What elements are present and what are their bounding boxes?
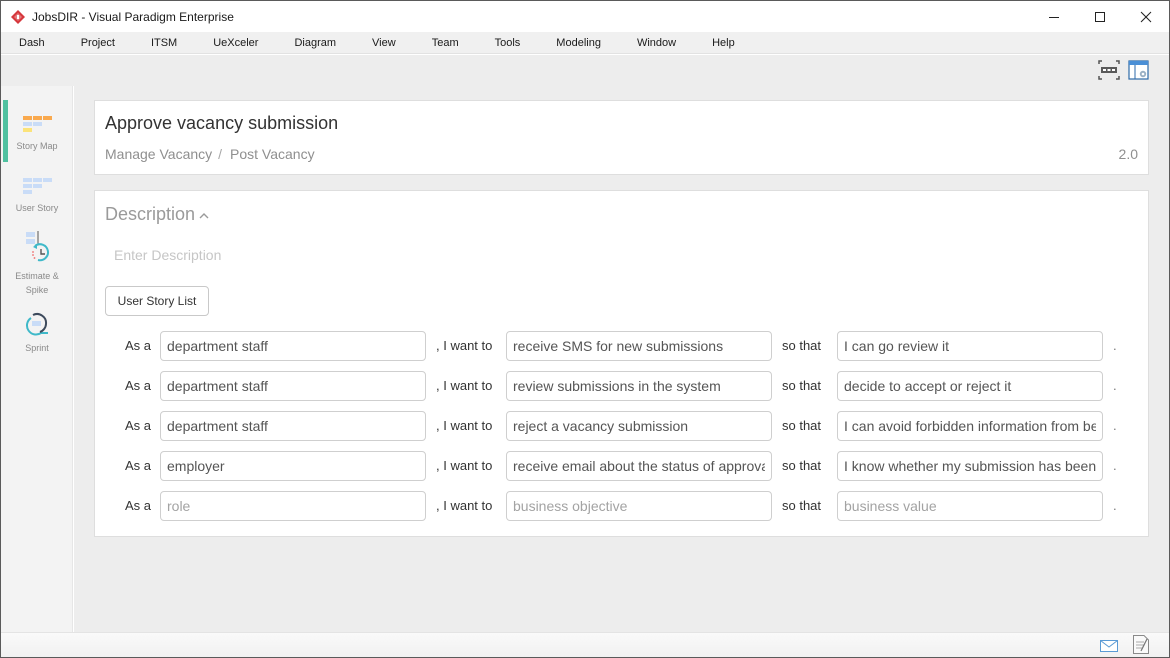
end-period: .: [1113, 458, 1117, 473]
i-want-to-label: , I want to: [436, 418, 493, 433]
description-heading: Description: [105, 204, 196, 224]
so-that-label: so that: [782, 458, 822, 473]
minimize-icon: [1049, 16, 1059, 18]
maximize-button[interactable]: [1077, 1, 1123, 32]
version-label: 2.0: [1118, 146, 1138, 162]
close-icon: [1140, 11, 1152, 22]
mail-icon[interactable]: [1100, 639, 1118, 657]
title-bar: JobsDIR - Visual Paradigm Enterprise: [1, 1, 1169, 32]
so-that-label: so that: [782, 418, 822, 433]
app-logo-icon: [11, 9, 25, 24]
minimize-button[interactable]: [1031, 1, 1077, 32]
header-card: Approve vacancy submission Manage Vacanc…: [94, 100, 1149, 175]
description-toggle[interactable]: Description: [105, 204, 209, 225]
want-input[interactable]: [506, 411, 772, 441]
menu-window[interactable]: Window: [619, 37, 694, 49]
role-input[interactable]: [160, 451, 426, 481]
page-title: Approve vacancy submission: [105, 113, 339, 133]
role-input[interactable]: [160, 331, 426, 361]
story-row: As a , I want to so that .: [95, 411, 1150, 441]
rail-item-estimate-spike[interactable]: Estimate & Spike: [1, 230, 73, 297]
i-want-to-label: , I want to: [436, 378, 493, 393]
fit-screen-icon[interactable]: [1098, 60, 1120, 80]
so-that-input[interactable]: [837, 371, 1103, 401]
story-row: As a , I want to so that .: [95, 451, 1150, 481]
menu-project[interactable]: Project: [63, 37, 133, 49]
user-story-list-button[interactable]: User Story List: [105, 286, 209, 316]
estimate-spike-icon: [26, 231, 49, 262]
rail-item-user-story[interactable]: User Story: [1, 176, 73, 215]
so-that-label: so that: [782, 498, 822, 513]
so-that-label: so that: [782, 378, 822, 393]
rail-label-user-story: User Story: [15, 203, 59, 213]
rail-label-spike: Spike: [25, 285, 49, 295]
as-a-label: As a: [125, 458, 152, 473]
close-button[interactable]: [1123, 1, 1169, 32]
rail-item-sprint[interactable]: Sprint: [1, 312, 73, 355]
rail-item-story-map[interactable]: Story Map: [1, 114, 73, 153]
menu-uexceler[interactable]: UeXceler: [195, 37, 276, 49]
role-input[interactable]: [160, 491, 426, 521]
so-that-input[interactable]: [837, 491, 1103, 521]
want-input[interactable]: [506, 491, 772, 521]
so-that-input[interactable]: [837, 331, 1103, 361]
menu-bar: Dash Project ITSM UeXceler Diagram View …: [1, 32, 1169, 54]
menu-modeling[interactable]: Modeling: [538, 37, 619, 49]
notes-icon[interactable]: [1133, 635, 1149, 658]
i-want-to-label: , I want to: [436, 458, 493, 473]
toolbar: [1, 55, 1169, 86]
role-input[interactable]: [160, 411, 426, 441]
menu-itsm[interactable]: ITSM: [133, 37, 195, 49]
i-want-to-label: , I want to: [436, 498, 493, 513]
menu-team[interactable]: Team: [414, 37, 477, 49]
i-want-to-label: , I want to: [436, 338, 493, 353]
description-card: Description Enter Description User Story…: [94, 190, 1149, 537]
rail-label-story-map: Story Map: [16, 141, 58, 151]
so-that-input[interactable]: [837, 451, 1103, 481]
menu-view[interactable]: View: [354, 37, 414, 49]
so-that-label: so that: [782, 338, 822, 353]
window-title: JobsDIR - Visual Paradigm Enterprise: [32, 9, 234, 24]
end-period: .: [1113, 338, 1117, 353]
as-a-label: As a: [125, 338, 152, 353]
end-period: .: [1113, 498, 1117, 513]
sprint-icon: [26, 313, 48, 336]
end-period: .: [1113, 378, 1117, 393]
story-row: As a , I want to so that .: [95, 371, 1150, 401]
panel-settings-icon[interactable]: [1128, 60, 1150, 80]
description-input[interactable]: Enter Description: [114, 247, 221, 263]
main-content: Approve vacancy submission Manage Vacanc…: [74, 86, 1169, 632]
left-rail: Story Map User Story Estimate & Spike Sp…: [1, 86, 73, 632]
as-a-label: As a: [125, 498, 152, 513]
menu-diagram[interactable]: Diagram: [276, 37, 354, 49]
story-row: As a , I want to so that .: [95, 331, 1150, 361]
rail-label-sprint: Sprint: [25, 343, 49, 353]
want-input[interactable]: [506, 371, 772, 401]
menu-dash[interactable]: Dash: [1, 37, 63, 49]
user-story-icon: [23, 178, 52, 194]
story-map-icon: [23, 116, 52, 132]
story-row-new: As a , I want to so that .: [95, 491, 1150, 521]
as-a-label: As a: [125, 418, 152, 433]
status-bar: [1, 632, 1169, 657]
so-that-input[interactable]: [837, 411, 1103, 441]
chevron-up-icon: [199, 204, 209, 225]
as-a-label: As a: [125, 378, 152, 393]
want-input[interactable]: [506, 451, 772, 481]
breadcrumb: Manage Vacancy / Post Vacancy: [105, 146, 315, 162]
rail-label-estimate: Estimate &: [15, 271, 59, 281]
menu-help[interactable]: Help: [694, 37, 753, 49]
breadcrumb-post-vacancy[interactable]: Post Vacancy: [230, 146, 315, 162]
end-period: .: [1113, 418, 1117, 433]
breadcrumb-manage-vacancy[interactable]: Manage Vacancy: [105, 146, 212, 162]
maximize-icon: [1095, 11, 1105, 22]
menu-tools[interactable]: Tools: [477, 37, 539, 49]
role-input[interactable]: [160, 371, 426, 401]
breadcrumb-separator: /: [218, 146, 223, 162]
want-input[interactable]: [506, 331, 772, 361]
